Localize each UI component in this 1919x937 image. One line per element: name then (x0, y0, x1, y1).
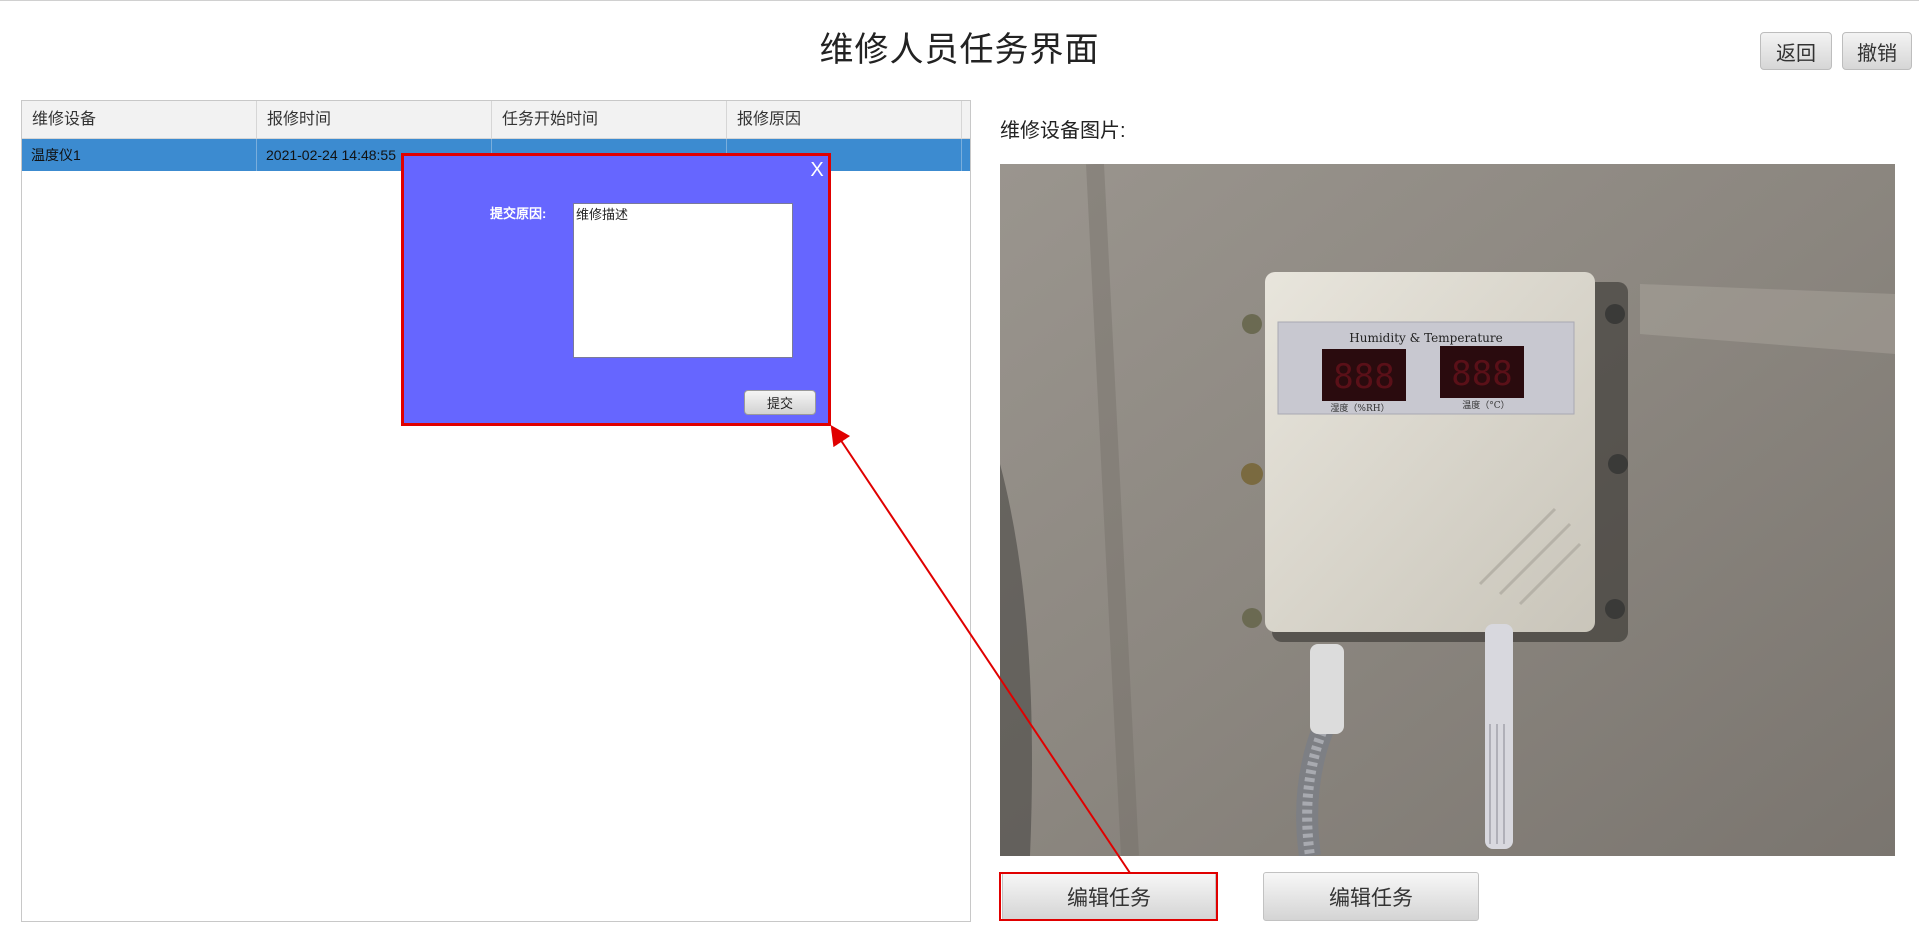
device-photo: Humidity & Temperature 888 888 湿度（%RH） 温… (1000, 164, 1895, 856)
back-button[interactable]: 返回 (1760, 32, 1832, 70)
svg-text:888: 888 (1451, 354, 1512, 394)
cell-device: 温度仪1 (22, 139, 257, 171)
submit-reason-dialog: X 提交原因: 维修描述 提交 (401, 153, 831, 426)
temperature-caption: 温度（°C） (1462, 399, 1509, 411)
panel-title: Humidity & Temperature (1349, 331, 1502, 345)
svg-text:888: 888 (1333, 357, 1394, 397)
highlight-edit-task (999, 872, 1218, 921)
photo-label: 维修设备图片: (1000, 120, 1126, 142)
column-header-reason[interactable]: 报修原因 (727, 101, 962, 138)
humidity-caption: 湿度（%RH） (1330, 402, 1389, 414)
undo-button[interactable]: 撤销 (1842, 32, 1912, 70)
dialog-close-button[interactable]: X (807, 159, 827, 182)
page-title: 维修人员任务界面 (819, 31, 1100, 69)
column-header-device[interactable]: 维修设备 (22, 101, 257, 138)
reason-textarea[interactable]: 维修描述 (573, 203, 793, 358)
top-border (0, 0, 1919, 1)
device-photo-image: Humidity & Temperature 888 888 湿度（%RH） 温… (1000, 164, 1895, 856)
column-header-report-time[interactable]: 报修时间 (257, 101, 492, 138)
reason-label: 提交原因: (490, 206, 547, 221)
table-header: 维修设备 报修时间 任务开始时间 报修原因 (22, 101, 970, 139)
dialog-submit-button[interactable]: 提交 (744, 390, 816, 415)
column-header-start-time[interactable]: 任务开始时间 (492, 101, 727, 138)
edit-task-button-2[interactable]: 编辑任务 (1263, 872, 1479, 921)
